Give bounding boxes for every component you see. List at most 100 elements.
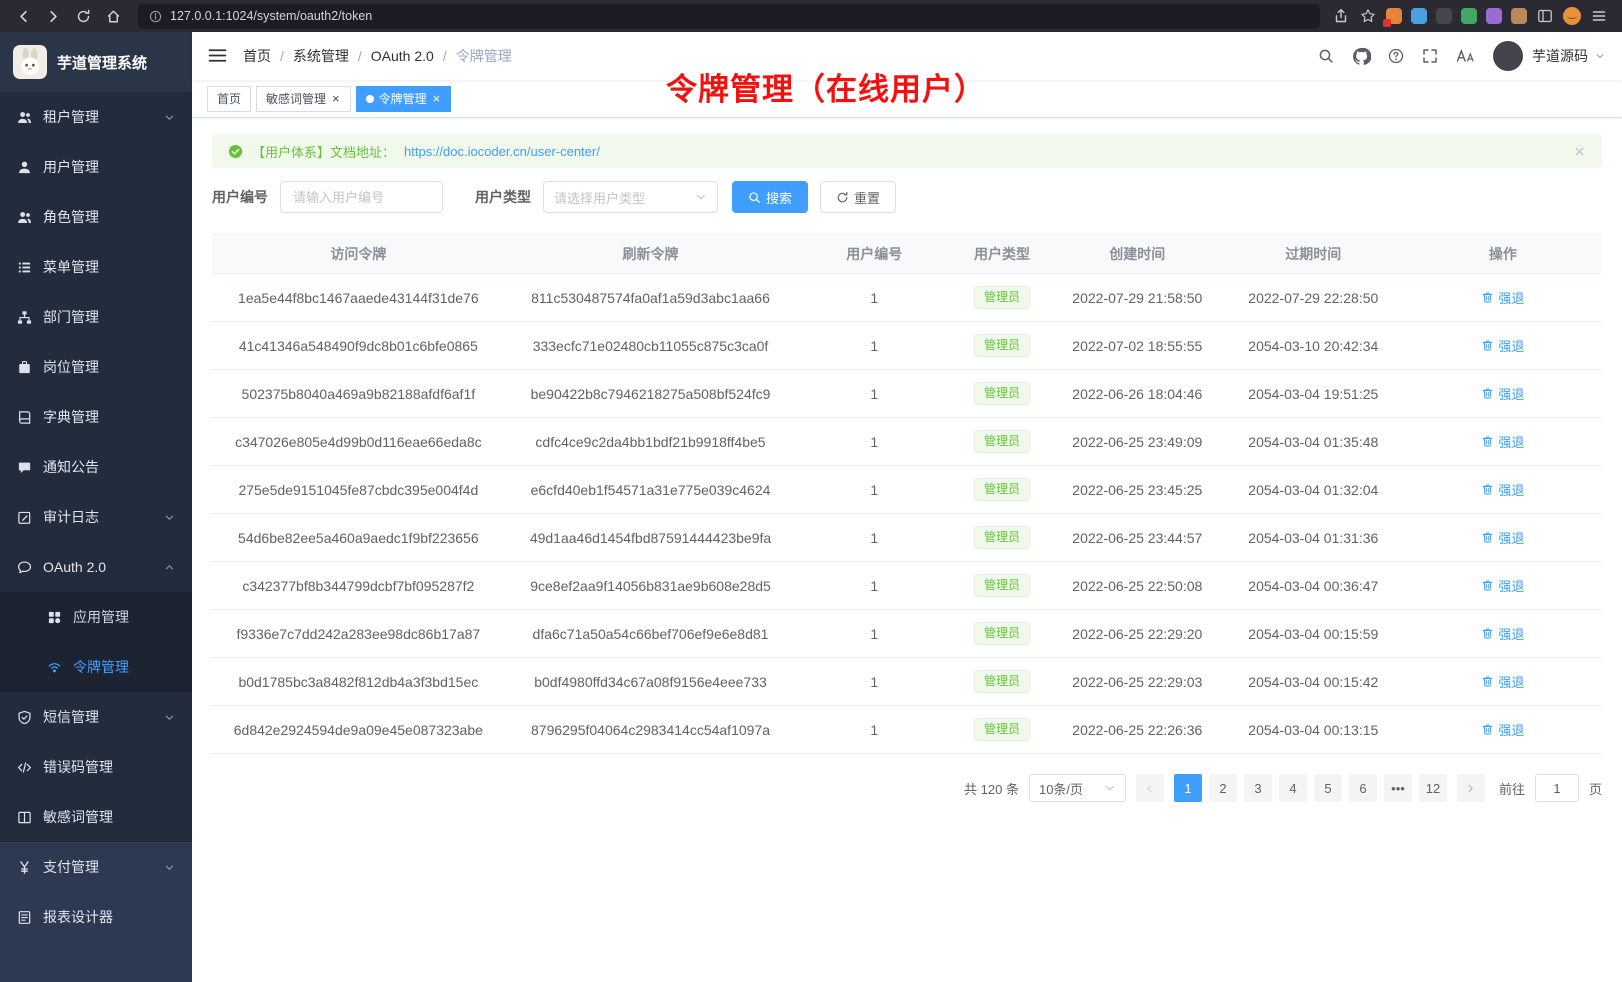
force-logout-button[interactable]: 强退: [1481, 672, 1524, 691]
app-title: 芋道管理系统: [57, 52, 147, 73]
notification-badge: [1383, 19, 1391, 27]
sidebar-item-post[interactable]: 岗位管理: [0, 342, 192, 392]
ext-green-icon[interactable]: [1461, 8, 1477, 24]
browser-back-button[interactable]: [10, 4, 36, 28]
search-button[interactable]: 搜索: [732, 181, 808, 213]
sidebar-item-oauth2-token[interactable]: 令牌管理: [0, 642, 192, 692]
user-type-select[interactable]: 请选择用户类型: [543, 181, 718, 213]
app-logo[interactable]: 芋道管理系统: [0, 32, 192, 92]
sidebar-item-user[interactable]: 用户管理: [0, 142, 192, 192]
page-size-select[interactable]: 10条/页: [1029, 774, 1126, 802]
trash-icon: [1481, 483, 1494, 496]
page-button-2[interactable]: 2: [1209, 774, 1237, 802]
force-logout-button[interactable]: 强退: [1481, 288, 1524, 307]
prev-page-button[interactable]: [1136, 774, 1164, 802]
refresh-token-cell: 49d1aa46d1454fbd87591444423be9fa: [505, 514, 797, 562]
sidebar-item-sms[interactable]: 短信管理: [0, 692, 192, 742]
trash-icon: [1481, 387, 1494, 400]
breadcrumb-home[interactable]: 首页: [243, 46, 271, 66]
sidebar-item-label: 错误码管理: [43, 757, 175, 777]
browser-profile-avatar[interactable]: [1563, 7, 1581, 25]
page-button-3[interactable]: 3: [1244, 774, 1272, 802]
sidebar-item-audit-log[interactable]: 审计日志: [0, 492, 192, 542]
columns-icon: [17, 810, 32, 825]
tab-home[interactable]: 首页: [207, 86, 251, 112]
tab-close-icon[interactable]: ×: [331, 92, 341, 105]
next-page-button[interactable]: [1457, 774, 1485, 802]
share-icon[interactable]: [1332, 7, 1350, 25]
sidebar-menu-main: 租户管理用户管理角色管理菜单管理部门管理岗位管理字典管理通知公告审计日志OAut…: [0, 92, 192, 842]
alert-doc-link[interactable]: https://doc.iocoder.cn/user-center/: [404, 144, 600, 159]
extension-icons: [1386, 8, 1527, 24]
sidebar-collapse-button[interactable]: [208, 46, 228, 66]
user-type-badge: 管理员: [974, 670, 1030, 694]
expire-time-cell: 2054-03-04 00:36:47: [1223, 562, 1404, 610]
ext-bear-icon[interactable]: [1511, 8, 1527, 24]
sidebar-item-oauth2[interactable]: OAuth 2.0: [0, 542, 192, 592]
sidebar-item-oauth2-app[interactable]: 应用管理: [0, 592, 192, 642]
alert-close-icon[interactable]: [1573, 145, 1586, 158]
fullscreen-icon[interactable]: [1422, 48, 1439, 65]
browser-menu-icon[interactable]: [1590, 7, 1608, 25]
sidebar-item-role[interactable]: 角色管理: [0, 192, 192, 242]
sidebar-item-notice[interactable]: 通知公告: [0, 442, 192, 492]
page-button-5[interactable]: 5: [1314, 774, 1342, 802]
tab-close-icon[interactable]: ×: [432, 92, 442, 105]
force-logout-button[interactable]: 强退: [1481, 528, 1524, 547]
ext-blue-icon[interactable]: [1411, 8, 1427, 24]
force-logout-button[interactable]: 强退: [1481, 480, 1524, 499]
trash-icon: [1481, 627, 1494, 640]
font-size-icon[interactable]: [1456, 47, 1476, 65]
sidebar-toggle-icon[interactable]: [1536, 7, 1554, 25]
browser-forward-button[interactable]: [40, 4, 66, 28]
ext-orange-icon[interactable]: [1386, 8, 1402, 24]
trash-icon: [1481, 339, 1494, 352]
tab-sensitive-word[interactable]: 敏感词管理×: [256, 86, 351, 112]
reset-button[interactable]: 重置: [820, 181, 896, 213]
sidebar-item-error-code[interactable]: 错误码管理: [0, 742, 192, 792]
force-logout-button[interactable]: 强退: [1481, 720, 1524, 739]
breadcrumb-oauth2[interactable]: OAuth 2.0: [371, 48, 434, 64]
force-logout-button[interactable]: 强退: [1481, 624, 1524, 643]
help-icon[interactable]: [1388, 48, 1405, 65]
github-icon[interactable]: [1352, 47, 1371, 66]
user-name[interactable]: 芋道源码: [1532, 46, 1588, 66]
browser-refresh-button[interactable]: [70, 4, 96, 28]
ext-puzzle-icon[interactable]: [1486, 8, 1502, 24]
page-button-4[interactable]: 4: [1279, 774, 1307, 802]
tab-token[interactable]: 令牌管理×: [356, 86, 452, 112]
page-button-12[interactable]: 12: [1419, 774, 1447, 802]
create-time-cell: 2022-07-02 18:55:55: [1052, 322, 1223, 370]
search-icon[interactable]: [1318, 48, 1335, 65]
sidebar-item-dict[interactable]: 字典管理: [0, 392, 192, 442]
goto-page-input[interactable]: [1535, 774, 1579, 802]
ext-dark-icon[interactable]: [1436, 8, 1452, 24]
force-logout-button[interactable]: 强退: [1481, 432, 1524, 451]
breadcrumb-system[interactable]: 系统管理: [293, 46, 349, 66]
sidebar-item-pay[interactable]: 支付管理: [0, 842, 192, 892]
chevron-down-icon[interactable]: [1595, 51, 1606, 62]
sidebar-item-dept[interactable]: 部门管理: [0, 292, 192, 342]
table-row: 41c41346a548490f9dc8b01c6bfe0865333ecfc7…: [212, 322, 1602, 370]
refresh-icon: [836, 191, 849, 204]
user-id-input[interactable]: [280, 181, 443, 213]
force-logout-button[interactable]: 强退: [1481, 576, 1524, 595]
sidebar-item-tenant[interactable]: 租户管理: [0, 92, 192, 142]
refresh-token-cell: be90422b8c7946218275a508bf524fc9: [505, 370, 797, 418]
close-icon: [1573, 145, 1586, 158]
goto-label: 前往: [1499, 779, 1525, 798]
force-logout-button[interactable]: 强退: [1481, 384, 1524, 403]
page-button-6[interactable]: 6: [1349, 774, 1377, 802]
badge-icon: [17, 360, 32, 375]
force-logout-button[interactable]: 强退: [1481, 336, 1524, 355]
page-button-1[interactable]: 1: [1174, 774, 1202, 802]
trash-icon: [1481, 579, 1494, 592]
sidebar-item-report-designer[interactable]: 报表设计器: [0, 892, 192, 942]
sidebar-item-menu[interactable]: 菜单管理: [0, 242, 192, 292]
user-avatar[interactable]: [1493, 41, 1523, 71]
bookmark-star-icon[interactable]: [1359, 7, 1377, 25]
page-ellipsis[interactable]: •••: [1384, 774, 1412, 802]
sidebar-item-sensitive-word[interactable]: 敏感词管理: [0, 792, 192, 842]
url-bar[interactable]: 127.0.0.1:1024/system/oauth2/token: [138, 4, 1320, 29]
browser-home-button[interactable]: [100, 4, 126, 28]
